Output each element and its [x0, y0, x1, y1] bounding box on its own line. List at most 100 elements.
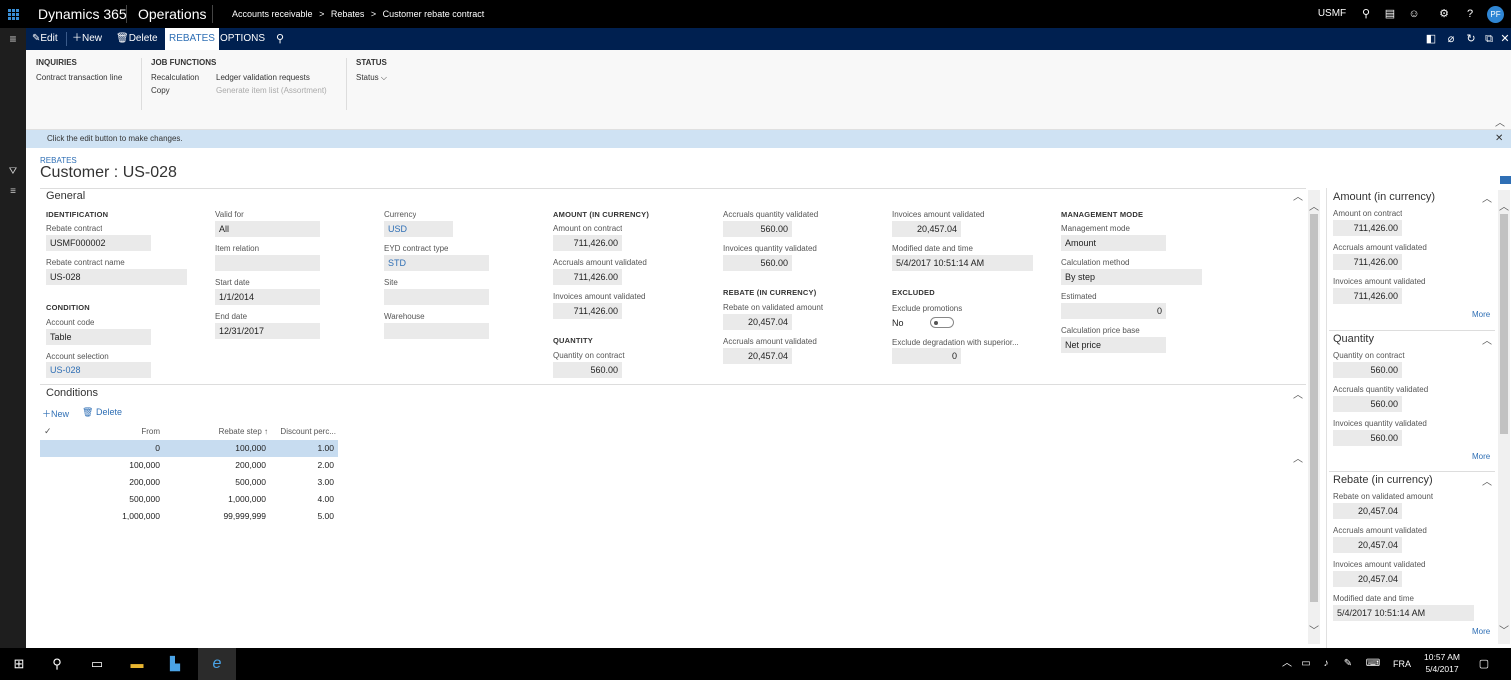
fb-invoices-quantity-validated-field[interactable]: 560.00 [1333, 430, 1402, 446]
table-row[interactable]: 500,000 1,000,000 4.00 [40, 491, 338, 508]
chevron-up-icon[interactable]: ︿ [1481, 190, 1493, 205]
table-row[interactable]: 100,000 200,000 2.00 [40, 457, 338, 474]
gear-icon[interactable]: ⚙ [1434, 0, 1454, 28]
volume-icon[interactable]: ♪ [1318, 648, 1334, 680]
chevron-up-icon[interactable]: ︿ [1481, 332, 1493, 347]
tab-rebates[interactable]: REBATES [165, 28, 219, 50]
rebate-accruals-amount-validated-field[interactable]: 20,457.04 [723, 348, 792, 364]
more-link[interactable]: More [1472, 310, 1490, 319]
open-new-window-icon[interactable]: ⧉ [1482, 28, 1496, 50]
accruals-amount-validated-field[interactable]: 711,426.00 [553, 269, 622, 285]
network-icon[interactable]: ▭ [1298, 648, 1314, 680]
conditions-new-button[interactable]: ＋New [42, 407, 69, 420]
rebate-contract-name-field[interactable]: US-028 [46, 269, 187, 285]
fb-amount-on-contract-field[interactable]: 711,426.00 [1333, 220, 1402, 236]
contract-transaction-line-button[interactable]: Contract transaction line [36, 73, 122, 82]
estimated-field[interactable]: 0 [1061, 303, 1166, 319]
search-icon[interactable]: ⚲ [272, 28, 288, 50]
scrollbar-thumb[interactable] [1310, 214, 1318, 602]
copy-button[interactable]: Copy [151, 86, 170, 95]
modified-date-field[interactable]: 5/4/2017 10:51:14 AM [892, 255, 1033, 271]
notifications-icon[interactable]: ▢ [1474, 648, 1494, 680]
rebate-on-validated-amount-field[interactable]: 20,457.04 [723, 314, 792, 330]
currency-field[interactable]: USD [384, 221, 453, 237]
breadcrumb-customer-rebate-contract[interactable]: Customer rebate contract [383, 9, 485, 19]
valid-for-field[interactable]: All [215, 221, 320, 237]
rebate-invoices-amount-validated-field[interactable]: 20,457.04 [892, 221, 961, 237]
select-all-checkmark-icon[interactable]: ✓ [44, 426, 52, 437]
company-picker[interactable]: USMF [1312, 0, 1352, 28]
account-code-field[interactable]: Table [46, 329, 151, 345]
breadcrumb-rebates[interactable]: Rebates [331, 9, 365, 19]
chevron-up-icon[interactable]: ︿ [1280, 648, 1294, 680]
table-row[interactable]: 1,000,000 99,999,999 5.00 [40, 508, 338, 525]
brand-operations[interactable]: Operations [132, 0, 212, 28]
breadcrumb-accounts-receivable[interactable]: Accounts receivable [232, 9, 313, 19]
rebate-contract-field[interactable]: USMF000002 [46, 235, 151, 251]
scroll-up-icon[interactable]: ︿ [1498, 198, 1510, 213]
quantity-on-contract-field[interactable]: 560.00 [553, 362, 622, 378]
column-header-discount[interactable]: Discount perc... [270, 427, 336, 436]
more-link[interactable]: More [1472, 627, 1490, 636]
grid-scroll-up-icon[interactable]: ︿ [1292, 450, 1304, 465]
calculation-price-base-field[interactable]: Net price [1061, 337, 1166, 353]
clock[interactable]: 10:57 AM 5/4/2017 [1418, 651, 1466, 675]
fb-quantity-on-contract-field[interactable]: 560.00 [1333, 362, 1402, 378]
eyd-contract-type-field[interactable]: STD [384, 255, 489, 271]
status-dropdown[interactable]: Status ⌵ [356, 73, 387, 83]
column-header-from[interactable]: From [100, 427, 160, 436]
close-icon[interactable]: ✕ [1495, 130, 1503, 148]
tab-options[interactable]: OPTIONS [220, 28, 265, 50]
filter-icon[interactable]: ⛛ [6, 166, 20, 177]
brand-dynamics[interactable]: Dynamics 365 [32, 0, 133, 28]
collapse-ribbon-icon[interactable]: ︿ [1494, 114, 1506, 129]
site-field[interactable] [384, 289, 489, 305]
management-mode-field[interactable]: Amount [1061, 235, 1166, 251]
avatar[interactable]: PF [1487, 6, 1504, 23]
table-row[interactable]: 200,000 500,000 3.00 [40, 474, 338, 491]
delete-button[interactable]: 🗑Delete [116, 28, 158, 50]
message-icon[interactable]: ▤ [1380, 0, 1400, 28]
edit-button[interactable]: ✎Edit [32, 28, 58, 50]
search-icon[interactable]: ⚲ [1356, 0, 1376, 28]
server-manager-icon[interactable]: ▙ [164, 648, 186, 680]
refresh-icon[interactable]: ↻ [1464, 28, 1478, 50]
table-row[interactable]: 0 100,000 1.00 [40, 440, 338, 457]
factbox-toggle-icon[interactable] [1500, 176, 1511, 184]
fasttab-general-title[interactable]: General [46, 190, 85, 202]
amount-on-contract-field[interactable]: 711,426.00 [553, 235, 622, 251]
column-header-rebate-step[interactable]: Rebate step ↑ [190, 427, 268, 436]
accruals-quantity-validated-field[interactable]: 560.00 [723, 221, 792, 237]
factbox-amount-title[interactable]: Amount (in currency) [1333, 191, 1435, 203]
warehouse-field[interactable] [384, 323, 489, 339]
file-explorer-icon[interactable]: ▬ [126, 648, 148, 680]
list-icon[interactable]: ≡ [6, 186, 20, 197]
conditions-delete-button[interactable]: 🗑 Delete [82, 407, 122, 418]
invoices-amount-validated-field[interactable]: 711,426.00 [553, 303, 622, 319]
hamburger-menu-icon[interactable]: ≡ [6, 32, 20, 46]
recalculation-button[interactable]: Recalculation [151, 73, 199, 82]
attach-icon[interactable]: ⌀ [1444, 28, 1458, 50]
scroll-up-icon[interactable]: ︿ [1308, 198, 1320, 213]
generate-item-list-button[interactable]: Generate item list (Assortment) [216, 86, 327, 95]
fasttab-conditions-title[interactable]: Conditions [46, 387, 98, 399]
fb-modified-field[interactable]: 5/4/2017 10:51:14 AM [1333, 605, 1474, 621]
item-relation-field[interactable] [215, 255, 320, 271]
exclude-promotions-toggle[interactable] [930, 317, 954, 328]
chevron-up-icon[interactable]: ︿ [1481, 473, 1493, 488]
task-view-icon[interactable]: ▭ [86, 648, 108, 680]
chevron-up-icon[interactable]: ︿ [1292, 188, 1304, 203]
fb-accruals-amount-validated-field[interactable]: 711,426.00 [1333, 254, 1402, 270]
exclude-degradation-field[interactable]: 0 [892, 348, 961, 364]
chevron-up-icon[interactable]: ︿ [1292, 386, 1304, 401]
pen-icon[interactable]: ✎ [1340, 648, 1356, 680]
office-icon[interactable]: ◧ [1424, 28, 1438, 50]
factbox-scrollbar[interactable]: ︿ ﹀ [1498, 190, 1510, 644]
new-button[interactable]: ＋New [72, 28, 102, 50]
scroll-down-icon[interactable]: ﹀ [1308, 622, 1320, 637]
windows-start-icon[interactable]: ⊞ [8, 648, 30, 680]
fb-rebate-invoices-field[interactable]: 20,457.04 [1333, 571, 1402, 587]
invoices-quantity-validated-field[interactable]: 560.00 [723, 255, 792, 271]
main-scrollbar[interactable]: ︿ ﹀ [1308, 190, 1320, 644]
scroll-down-icon[interactable]: ﹀ [1498, 622, 1510, 637]
